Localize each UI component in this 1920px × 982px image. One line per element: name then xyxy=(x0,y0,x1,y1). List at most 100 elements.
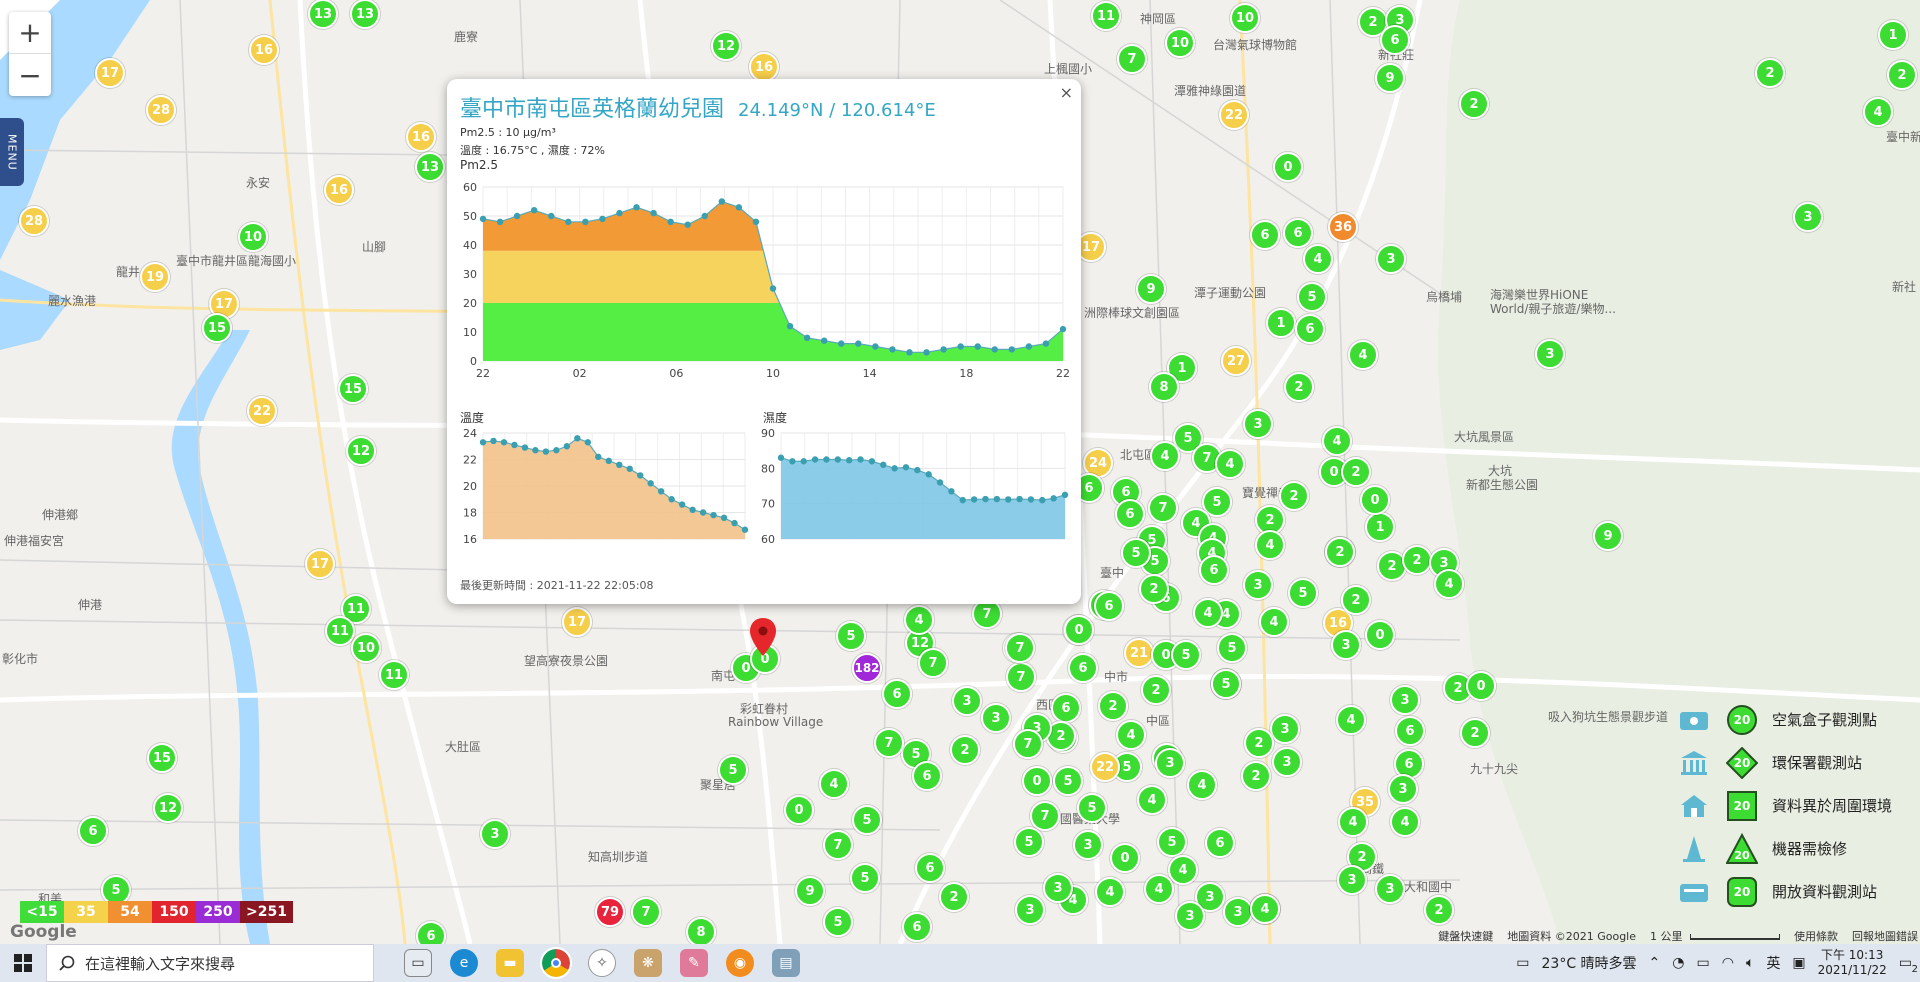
station-marker[interactable]: 4 xyxy=(1168,855,1198,885)
station-marker[interactable]: 15 xyxy=(147,743,177,773)
station-marker[interactable]: 4 xyxy=(819,769,849,799)
data-point[interactable] xyxy=(891,465,898,472)
data-point[interactable] xyxy=(936,479,944,486)
data-point[interactable] xyxy=(1039,496,1046,504)
station-marker[interactable]: 9 xyxy=(1136,274,1166,304)
zoom-in-button[interactable]: + xyxy=(9,12,51,54)
station-marker[interactable]: 8 xyxy=(686,917,716,944)
station-marker[interactable]: 4 xyxy=(1095,877,1125,907)
data-point[interactable] xyxy=(490,437,497,445)
station-marker[interactable]: 15 xyxy=(338,374,368,404)
data-point[interactable] xyxy=(532,447,539,454)
data-point[interactable] xyxy=(1061,491,1069,499)
data-point[interactable] xyxy=(823,456,830,463)
station-marker[interactable]: 0 xyxy=(1064,615,1094,645)
station-marker[interactable]: 3 xyxy=(1223,897,1253,927)
station-marker[interactable]: 3 xyxy=(1793,202,1823,232)
station-marker[interactable]: 4 xyxy=(1250,894,1280,924)
data-point[interactable] xyxy=(553,447,560,454)
station-marker[interactable]: 7 xyxy=(1006,662,1036,692)
data-point[interactable] xyxy=(777,454,785,461)
keyboard-icon[interactable]: ▣ xyxy=(1792,955,1805,971)
station-marker[interactable]: 6 xyxy=(902,912,932,942)
data-point[interactable] xyxy=(811,456,819,463)
station-marker[interactable]: 6 xyxy=(1205,828,1235,858)
data-point[interactable] xyxy=(616,461,623,468)
station-marker[interactable]: 4 xyxy=(1187,770,1217,800)
station-marker[interactable]: 36 xyxy=(1328,212,1358,242)
station-marker[interactable]: 1 xyxy=(1365,512,1395,542)
data-point[interactable] xyxy=(741,526,749,533)
station-marker[interactable]: 10 xyxy=(1230,3,1260,33)
data-point[interactable] xyxy=(838,340,845,347)
data-point[interactable] xyxy=(845,457,853,464)
data-point[interactable] xyxy=(731,519,738,527)
station-marker[interactable]: 2 xyxy=(1424,895,1454,925)
data-point[interactable] xyxy=(542,448,550,455)
station-marker[interactable]: 79 xyxy=(595,897,625,927)
station-marker[interactable]: 16 xyxy=(249,35,279,65)
station-marker[interactable]: 6 xyxy=(1199,555,1229,585)
station-marker[interactable]: 4 xyxy=(1390,807,1420,837)
station-marker[interactable]: 3 xyxy=(1015,895,1045,925)
station-marker[interactable]: 7 xyxy=(823,830,853,860)
station-marker[interactable]: 5 xyxy=(1297,282,1327,312)
data-point[interactable] xyxy=(530,207,538,214)
station-marker[interactable]: 5 xyxy=(852,805,882,835)
station-marker[interactable]: 0 xyxy=(1365,620,1395,650)
network-icon[interactable]: ◔ xyxy=(1672,955,1684,971)
taskbar-search-box[interactable]: 在這裡輸入文字來搜尋 xyxy=(46,944,374,982)
station-marker[interactable]: 3 xyxy=(1390,685,1420,715)
station-marker[interactable]: 2 xyxy=(1460,718,1490,748)
battery-icon[interactable]: ▭ xyxy=(1697,955,1710,971)
map[interactable]: 神岡區 台灣氣球博物館 潭雅神綠園道 上楓國小 鹿寮 永安 山腳 龍井 臺中市龍井區龍海國小 麗水… xyxy=(0,0,1920,944)
data-point[interactable] xyxy=(834,456,841,463)
station-marker[interactable]: 0 xyxy=(1273,152,1303,182)
data-point[interactable] xyxy=(982,495,989,503)
station-marker[interactable]: 2 xyxy=(1141,675,1171,705)
data-point[interactable] xyxy=(902,464,910,471)
data-point[interactable] xyxy=(500,439,508,446)
station-marker[interactable]: 6 xyxy=(1051,693,1081,723)
station-marker[interactable]: 7 xyxy=(631,897,661,927)
station-marker[interactable]: 182 xyxy=(852,653,882,683)
station-marker[interactable]: 3 xyxy=(1073,830,1103,860)
station-marker[interactable]: 2 xyxy=(1139,574,1169,604)
keyboard-shortcuts-link[interactable]: 鍵盤快速鍵 xyxy=(1438,928,1493,944)
station-marker[interactable]: 12 xyxy=(346,436,376,466)
station-marker[interactable]: 4 xyxy=(1193,598,1223,628)
station-marker[interactable]: 6 xyxy=(882,679,912,709)
paint-app-icon[interactable]: ✎ xyxy=(680,949,708,977)
station-marker[interactable]: 5 xyxy=(1053,766,1083,796)
station-marker[interactable]: 8 xyxy=(1149,372,1179,402)
station-marker[interactable]: 10 xyxy=(351,633,381,663)
station-marker[interactable]: 9 xyxy=(1375,63,1405,93)
station-marker[interactable]: 0 xyxy=(784,795,814,825)
blender-icon[interactable]: ◉ xyxy=(726,949,754,977)
station-marker[interactable]: 5 xyxy=(1014,827,1044,857)
station-marker[interactable]: 13 xyxy=(308,0,338,29)
data-point[interactable] xyxy=(637,472,644,479)
task-view-icon[interactable]: ▭ xyxy=(404,949,432,977)
station-marker[interactable]: 4 xyxy=(1338,807,1368,837)
station-marker[interactable]: 2 xyxy=(1755,58,1785,88)
station-marker[interactable]: 0 xyxy=(1022,766,1052,796)
data-point[interactable] xyxy=(786,323,794,330)
data-point[interactable] xyxy=(868,458,876,465)
chrome-browser-icon[interactable] xyxy=(540,947,572,979)
station-marker[interactable]: 5 xyxy=(1121,538,1151,568)
station-marker[interactable]: 27 xyxy=(1221,346,1251,376)
station-marker[interactable]: 3 xyxy=(1331,630,1361,660)
data-point[interactable] xyxy=(574,435,581,442)
station-marker[interactable]: 2 xyxy=(1325,537,1355,567)
data-point[interactable] xyxy=(616,209,623,217)
data-point[interactable] xyxy=(991,346,998,353)
station-marker[interactable]: 7 xyxy=(874,728,904,758)
station-marker[interactable]: 4 xyxy=(1116,720,1146,750)
station-marker[interactable]: 21 xyxy=(1124,638,1154,668)
station-marker[interactable]: 6 xyxy=(1283,218,1313,248)
data-point[interactable] xyxy=(650,209,657,217)
data-point[interactable] xyxy=(718,198,726,205)
notification-icon[interactable]: ▭ 2 xyxy=(1899,955,1918,975)
gimp-icon[interactable]: ❋ xyxy=(634,949,662,977)
